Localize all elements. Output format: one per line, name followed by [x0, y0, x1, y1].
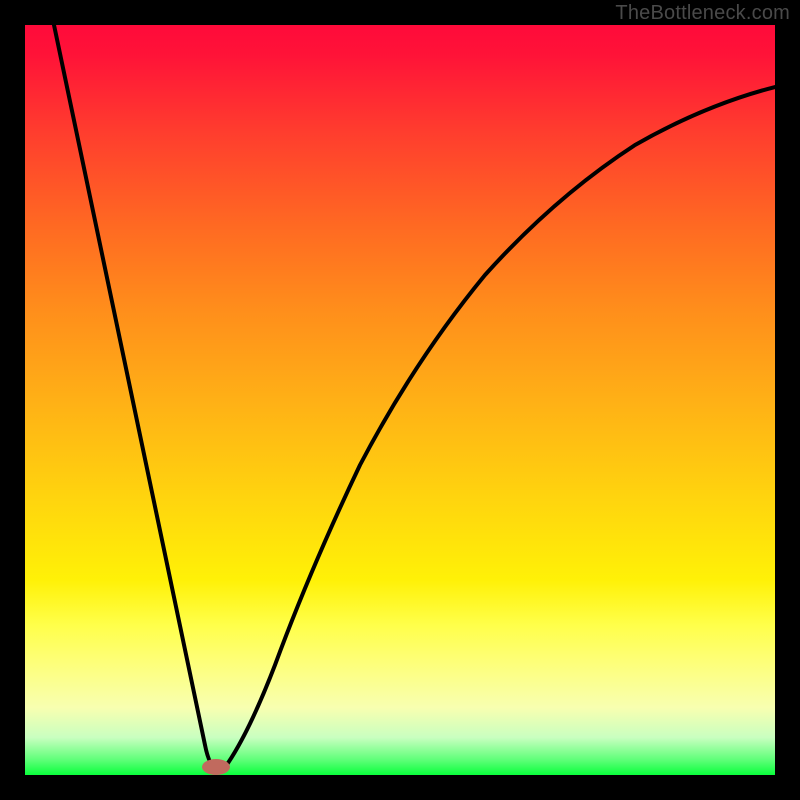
- attribution-text: TheBottleneck.com: [615, 2, 790, 25]
- plot-area: [25, 25, 775, 775]
- curve-path: [54, 25, 775, 768]
- bottleneck-curve: [25, 25, 775, 775]
- chart-frame: TheBottleneck.com: [0, 0, 800, 800]
- min-marker: [202, 759, 230, 775]
